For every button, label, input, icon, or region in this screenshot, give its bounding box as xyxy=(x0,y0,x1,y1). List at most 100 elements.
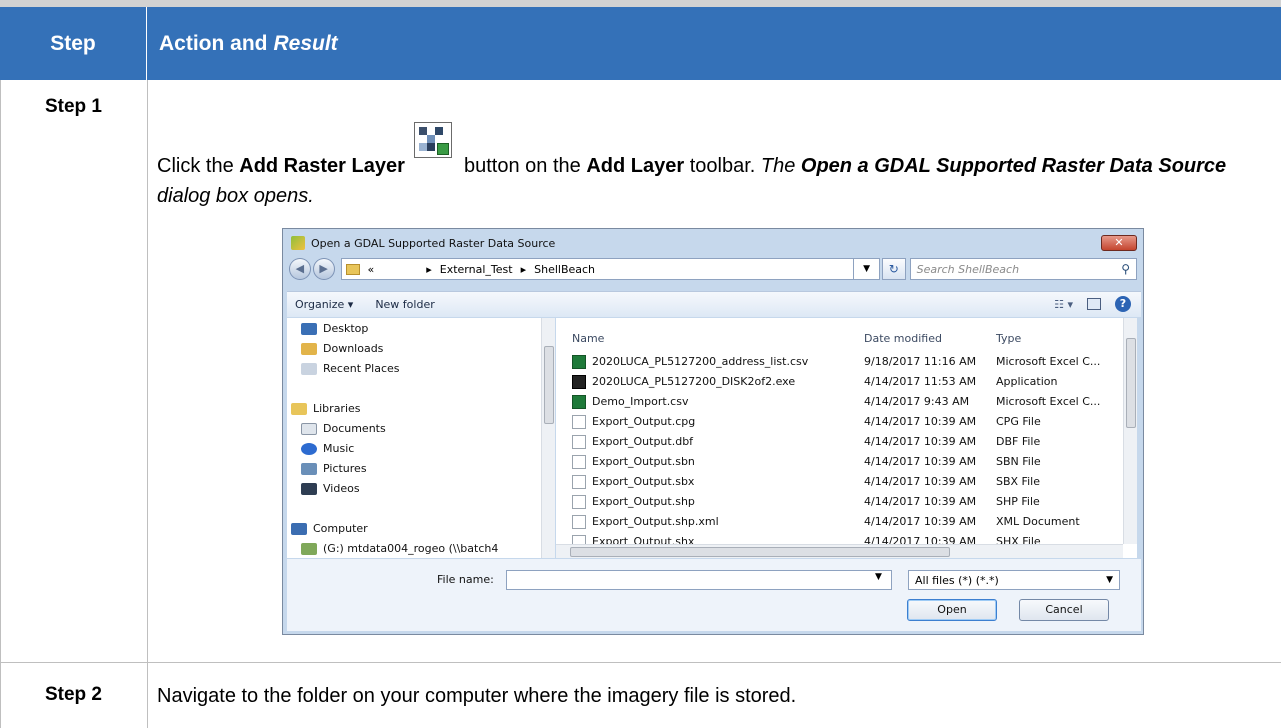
breadcrumb-external-test[interactable]: External_Test xyxy=(440,263,513,276)
file-row[interactable]: Export_Output.dbf 4/14/2017 10:39 AM DBF F… xyxy=(556,432,1123,452)
breadcrumb-sep-icon: ▸ xyxy=(520,262,527,276)
search-input[interactable]: Search ShellBeach ⚲ xyxy=(909,258,1137,280)
add-layer-label: Add Layer xyxy=(586,155,685,177)
excel-file-icon xyxy=(572,355,586,369)
gdal-open-dialog: Open a GDAL Supported Raster Data Source… xyxy=(282,228,1144,635)
nav-label: Downloads xyxy=(323,342,384,355)
file-row[interactable]: Export_Output.shp 4/14/2017 10:39 AM SHP F… xyxy=(556,492,1123,512)
file-name: Export_Output.sbx xyxy=(592,475,695,488)
step2-text: Navigate to the folder on your computer … xyxy=(157,685,797,707)
nav-item-libraries[interactable]: Libraries xyxy=(291,402,361,415)
file-icon xyxy=(572,475,586,489)
file-type: Application xyxy=(996,375,1058,388)
nav-label: Computer xyxy=(313,522,368,535)
column-header-date[interactable]: Date modified xyxy=(864,332,942,345)
file-date: 9/18/2017 11:16 AM xyxy=(864,355,977,368)
search-placeholder: Search ShellBeach xyxy=(916,262,1020,276)
back-icon[interactable]: ◀ xyxy=(289,258,311,280)
nav-item-downloads[interactable]: Downloads xyxy=(301,342,383,355)
file-scroll-thumb[interactable] xyxy=(1126,338,1136,428)
file-list-scrollbar[interactable] xyxy=(1123,318,1137,544)
chevron-down-icon[interactable]: ▼ xyxy=(854,258,880,280)
address-bar[interactable]: « ▸ External_Test ▸ ShellBeach xyxy=(340,258,855,280)
nav-item-pictures[interactable]: Pictures xyxy=(301,462,367,475)
file-type: SHP File xyxy=(996,495,1040,508)
chevron-down-icon[interactable]: ▼ xyxy=(875,572,882,582)
file-type: Microsoft Excel C... xyxy=(996,395,1101,408)
step1-text-part: Click the xyxy=(157,155,240,177)
cancel-button[interactable]: Cancel xyxy=(1019,599,1109,621)
nav-item-network-drive[interactable]: (G:) mtdata004_rogeo (\\batch4 xyxy=(301,542,498,555)
help-icon[interactable]: ? xyxy=(1115,296,1131,312)
file-row[interactable]: Export_Output.shp.xml 4/14/2017 10:39 AM X… xyxy=(556,512,1123,532)
file-date: 4/14/2017 10:39 AM xyxy=(864,475,977,488)
nav-scrollbar[interactable] xyxy=(541,318,555,558)
column-header-name[interactable]: Name xyxy=(572,332,604,345)
organize-menu[interactable]: Organize ▾ xyxy=(295,298,353,311)
file-row[interactable]: Demo_Import.csv 4/14/2017 9:43 AM Microsof… xyxy=(556,392,1123,412)
nav-item-recent-places[interactable]: Recent Places xyxy=(301,362,400,375)
libraries-icon xyxy=(291,402,307,415)
nav-item-computer[interactable]: Computer xyxy=(291,522,368,535)
dialog-name-text: Open a GDAL Supported Raster Data Source xyxy=(800,155,1227,177)
forward-icon[interactable]: ▶ xyxy=(312,258,335,280)
step2-label: Step 2 xyxy=(44,684,103,705)
dialog-footer: File name: ▼ All files (*) (*.*) ▼ Open … xyxy=(287,559,1141,631)
file-row[interactable]: 2020LUCA_PL5127200_DISK2of2.exe 4/14/2017… xyxy=(556,372,1123,392)
step1-text-part: toolbar. xyxy=(684,155,761,177)
file-date: 4/14/2017 11:53 AM xyxy=(864,375,977,388)
file-date: 4/14/2017 9:43 AM xyxy=(864,395,970,408)
add-raster-layer-icon xyxy=(414,122,453,158)
file-row[interactable]: 2020LUCA_PL5127200_address_list.csv 9/18/… xyxy=(556,352,1123,372)
header-action-text: Action and xyxy=(159,31,268,55)
file-name-field[interactable] xyxy=(506,570,892,590)
nav-label: Documents xyxy=(323,422,386,435)
qgis-app-icon xyxy=(291,236,305,250)
recent-places-icon xyxy=(301,362,317,375)
file-type-select[interactable]: All files (*) (*.*) ▼ xyxy=(908,570,1120,590)
header-step: Step xyxy=(0,7,147,80)
preview-pane-icon[interactable] xyxy=(1087,298,1101,310)
view-options-icon[interactable]: ☷ ▾ xyxy=(1054,298,1073,311)
address-bar-row: ◀ ▶ « ▸ External_Test ▸ ShellBeach ▼ ↻ S… xyxy=(289,257,1137,281)
step1-italic-part: The xyxy=(760,155,801,177)
file-name: 2020LUCA_PL5127200_DISK2of2.exe xyxy=(592,375,796,388)
nav-item-desktop[interactable]: Desktop xyxy=(301,322,368,335)
file-date: 4/14/2017 10:39 AM xyxy=(864,435,977,448)
file-date: 4/14/2017 10:39 AM xyxy=(864,415,977,428)
desktop-icon xyxy=(301,322,317,335)
column-header-type[interactable]: Type xyxy=(996,332,1021,345)
nav-label: Libraries xyxy=(313,402,361,415)
nav-item-videos[interactable]: Videos xyxy=(301,482,360,495)
documents-icon xyxy=(301,422,317,435)
chevron-down-icon: ▼ xyxy=(1106,575,1113,585)
add-raster-layer-label: Add Raster Layer xyxy=(239,155,405,177)
file-row[interactable]: Export_Output.cpg 4/14/2017 10:39 AM CPG F… xyxy=(556,412,1123,432)
close-button[interactable]: ✕ xyxy=(1101,235,1137,251)
refresh-icon[interactable]: ↻ xyxy=(881,258,906,280)
horizontal-scroll-thumb[interactable] xyxy=(570,547,950,557)
new-folder-button[interactable]: New folder xyxy=(375,298,434,311)
file-name: 2020LUCA_PL5127200_address_list.csv xyxy=(592,355,809,368)
file-row[interactable]: Export_Output.sbn 4/14/2017 10:39 AM SBN F… xyxy=(556,452,1123,472)
nav-item-documents[interactable]: Documents xyxy=(301,422,386,435)
excel-file-icon xyxy=(572,395,586,409)
file-date: 4/14/2017 10:39 AM xyxy=(864,455,977,468)
step1-text-part: button on the xyxy=(458,155,587,177)
file-name: Export_Output.sbn xyxy=(592,455,695,468)
nav-item-music[interactable]: Music xyxy=(301,442,354,455)
file-type: Microsoft Excel C... xyxy=(996,355,1101,368)
music-icon xyxy=(301,442,317,455)
computer-icon xyxy=(291,522,307,535)
path-overflow[interactable]: « xyxy=(368,263,375,276)
horizontal-scrollbar[interactable] xyxy=(556,544,1123,558)
open-button[interactable]: Open xyxy=(907,599,997,621)
archive-file-icon xyxy=(572,375,586,389)
table-header-row: Step Action and Result xyxy=(0,0,1281,80)
file-row[interactable]: Export_Output.sbx 4/14/2017 10:39 AM SBX F… xyxy=(556,472,1123,492)
search-icon[interactable]: ⚲ xyxy=(1121,262,1130,276)
dialog-titlebar: Open a GDAL Supported Raster Data Source xyxy=(291,236,555,250)
nav-scroll-thumb[interactable] xyxy=(544,346,554,424)
breadcrumb-shellbeach[interactable]: ShellBeach xyxy=(534,263,595,276)
file-icon xyxy=(572,495,586,509)
